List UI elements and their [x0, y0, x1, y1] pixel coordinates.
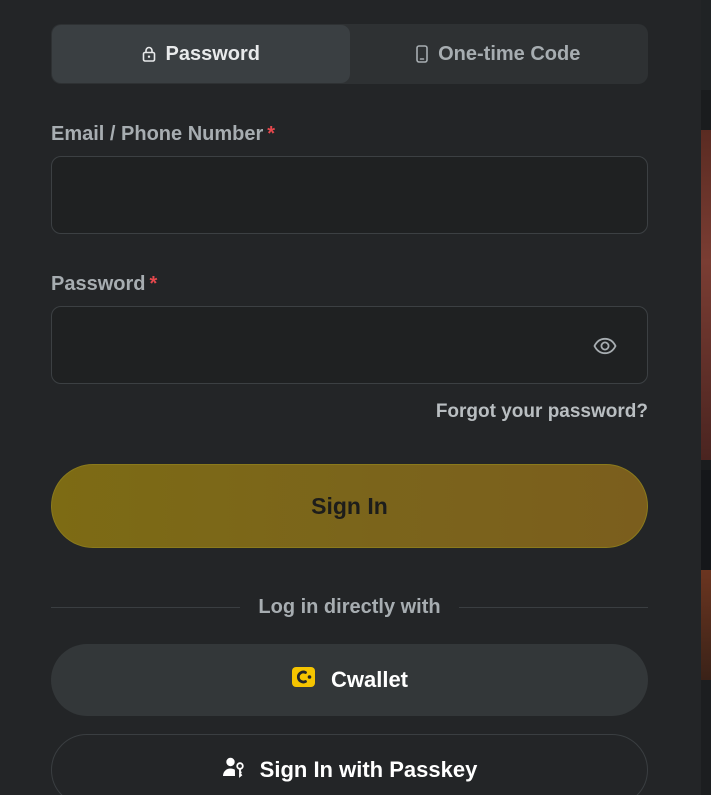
login-method-tabs: Password One-time Code [51, 24, 648, 84]
passkey-label: Sign In with Passkey [259, 757, 478, 782]
phone-icon [416, 45, 428, 63]
sign-in-label: Sign In [311, 492, 388, 519]
sign-in-button[interactable]: Sign In [51, 464, 648, 548]
divider-label: Log in directly with [258, 595, 441, 618]
lock-icon [142, 46, 156, 62]
forgot-password-link[interactable]: Forgot your password? [436, 401, 648, 423]
eye-icon[interactable] [593, 334, 617, 363]
cwallet-label: Cwallet [330, 667, 409, 692]
tab-password[interactable]: Password [52, 25, 350, 83]
tab-one-time-code[interactable]: One-time Code [350, 25, 648, 83]
background-page [701, 0, 711, 795]
cwallet-button[interactable]: Cwallet [51, 644, 648, 716]
alt-login-divider: Log in directly with [51, 595, 649, 619]
required-mark: * [149, 273, 158, 295]
email-label-text: Email / Phone Number [51, 123, 264, 145]
password-label-text: Password [51, 273, 146, 295]
password-field[interactable] [52, 307, 647, 383]
email-field[interactable] [52, 157, 647, 233]
email-label: Email / Phone Number * [51, 123, 275, 146]
divider-line [51, 606, 241, 608]
required-mark: * [267, 123, 276, 145]
password-field-wrapper [51, 306, 648, 384]
email-field-wrapper [51, 156, 648, 234]
password-label: Password * [51, 273, 157, 296]
cwallet-logo-icon [291, 665, 317, 695]
tab-otp-label: One-time Code [438, 42, 581, 65]
tab-password-label: Password [165, 42, 260, 65]
divider-line [458, 606, 649, 608]
passkey-button[interactable]: Sign In with Passkey [51, 734, 648, 795]
passkey-icon [222, 755, 246, 785]
